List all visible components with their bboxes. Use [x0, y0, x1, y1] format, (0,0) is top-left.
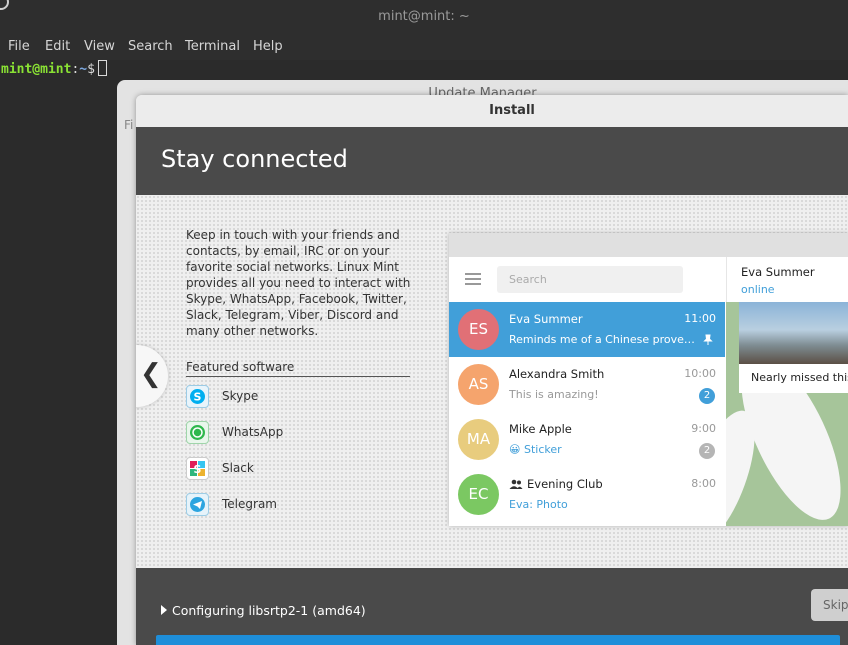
chat-item: ES Eva Summer Reminds me of a Chinese pr…: [449, 302, 725, 357]
chat-message: Eva: Photo: [509, 498, 568, 511]
conversation-header: Eva Summer online: [726, 257, 848, 302]
chat-time: 8:00: [691, 477, 716, 490]
chat-time: 9:00: [691, 422, 716, 435]
menu-view[interactable]: View: [84, 39, 115, 54]
slide-heading: Stay connected: [161, 145, 348, 173]
chat-message: 😀 Sticker: [509, 443, 699, 456]
featured-label: WhatsApp: [222, 425, 284, 439]
prompt-user: mint@mint: [1, 62, 72, 77]
telegram-icon: [186, 493, 209, 516]
chevron-left-icon: ❮: [140, 359, 162, 389]
chat-item: AS Alexandra Smith This is amazing! 10:0…: [449, 357, 725, 412]
prompt-symbol: $: [87, 62, 95, 77]
install-status[interactable]: Configuring libsrtp2-1 (amd64): [161, 603, 366, 618]
featured-label: Telegram: [222, 497, 277, 511]
chat-name: Eva Summer: [509, 312, 583, 326]
progress-bar: [156, 635, 840, 645]
unread-badge: 2: [699, 388, 715, 404]
chat-item: EC Evening Club Eva: Photo 8:00: [449, 467, 725, 522]
menu-help[interactable]: Help: [253, 39, 283, 54]
terminal-title: mint@mint: ~: [378, 9, 470, 24]
conversation-status: online: [741, 283, 775, 296]
whatsapp-icon: [186, 421, 209, 444]
telegram-screenshot: Search ES Eva Summer Reminds me of a Chi…: [449, 233, 848, 526]
chat-name: Evening Club: [509, 477, 603, 491]
telegram-chat-list: Search ES Eva Summer Reminds me of a Chi…: [449, 257, 725, 526]
telegram-titlebar: [449, 233, 848, 257]
menu-edit[interactable]: Edit: [45, 39, 70, 54]
telegram-conversation: Eva Summer online Nearly missed this: [726, 257, 848, 526]
featured-label: Skype: [222, 389, 259, 403]
chat-time: 10:00: [684, 367, 716, 380]
conversation-name: Eva Summer: [741, 265, 815, 279]
menu-file[interactable]: File: [8, 39, 30, 54]
avatar: EC: [458, 474, 499, 515]
skip-button[interactable]: Skip: [811, 589, 848, 621]
slack-icon: S: [186, 457, 209, 480]
chat-time: 11:00: [684, 312, 716, 325]
photo-image: [739, 302, 848, 364]
pin-icon: [703, 334, 713, 345]
svg-text:S: S: [194, 463, 202, 476]
terminal-prompt: mint@mint:~$: [1, 60, 107, 79]
install-titlebar: Install: [136, 95, 848, 128]
chat-item: MA Mike Apple 😀 Sticker 9:00 2: [449, 412, 725, 467]
menu-terminal[interactable]: Terminal: [185, 39, 240, 54]
avatar: AS: [458, 364, 499, 405]
install-window: Install Stay connected ❮ Keep in touch w…: [136, 95, 848, 645]
emoji-icon: 😀: [509, 443, 521, 456]
update-manager-menu-file[interactable]: Fi: [124, 118, 133, 132]
install-status-text: Configuring libsrtp2-1 (amd64): [172, 603, 366, 618]
previous-slide-button[interactable]: ❮: [136, 345, 168, 407]
terminal-cursor: [97, 60, 107, 76]
chat-name: Mike Apple: [509, 422, 572, 436]
terminal-titlebar: mint@mint: ~: [0, 0, 848, 34]
chat-name: Alexandra Smith: [509, 367, 605, 381]
svg-text:S: S: [194, 391, 202, 404]
slide-description: Keep in touch with your friends and cont…: [186, 228, 411, 338]
install-title: Install: [489, 103, 535, 118]
chat-message: This is amazing!: [509, 388, 599, 401]
install-header: Stay connected: [136, 127, 848, 195]
featured-software-title: Featured software: [186, 360, 410, 377]
unread-badge: 2: [699, 443, 715, 459]
photo-message: Nearly missed this: [739, 302, 848, 393]
avatar: MA: [458, 419, 499, 460]
chat-name-text: Evening Club: [527, 477, 603, 491]
prompt-path: ~: [79, 62, 88, 77]
skype-icon: S: [186, 385, 209, 408]
slideshow: ❮ Keep in touch with your friends and co…: [136, 195, 848, 568]
menu-icon: [465, 273, 481, 285]
chat-message-text: Sticker: [523, 443, 562, 456]
terminal-menubar: File Edit View Search Terminal Help: [0, 34, 848, 60]
chat-message: Reminds me of a Chinese prover…: [509, 333, 699, 346]
group-icon: [509, 479, 523, 489]
menu-search[interactable]: Search: [128, 39, 173, 54]
install-progress-area: Configuring libsrtp2-1 (amd64) Skip: [136, 568, 848, 645]
featured-label: Slack: [222, 461, 254, 475]
photo-caption: Nearly missed this: [751, 371, 848, 384]
avatar: ES: [458, 309, 499, 350]
disclosure-triangle-icon[interactable]: [161, 605, 167, 615]
telegram-search: Search: [497, 266, 683, 293]
